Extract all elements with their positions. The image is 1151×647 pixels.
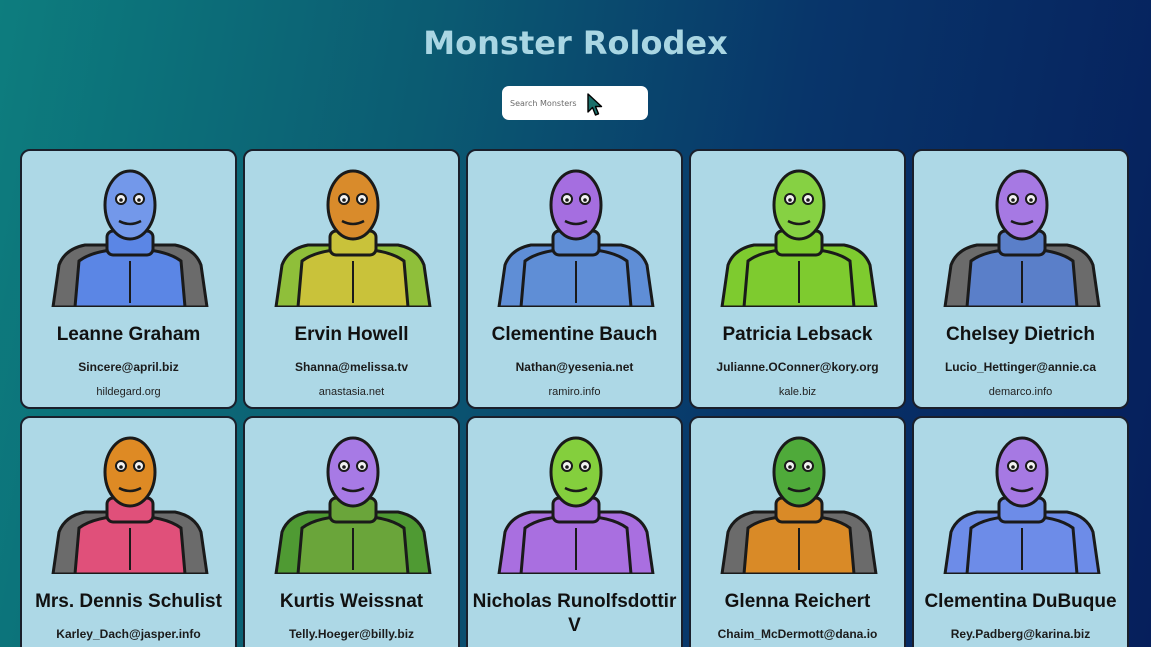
monster-name: Leanne Graham <box>56 324 201 345</box>
monster-email: Shanna@melissa.tv <box>294 360 409 374</box>
monster-head <box>103 169 157 241</box>
monster-website: anastasia.net <box>318 386 385 398</box>
monster-pupil <box>565 198 569 202</box>
monster-card[interactable]: Glenna Reichert Chaim_McDermott@dana.io <box>689 416 906 647</box>
monster-head <box>326 169 380 241</box>
monster-name: Mrs. Dennis Schulist <box>35 591 222 612</box>
monster-email: Karley_Dach@jasper.info <box>56 627 201 641</box>
monster-name: Clementina DuBuque <box>924 591 1117 612</box>
monster-pupil <box>1029 198 1033 202</box>
monster-pupil <box>119 198 123 202</box>
monster-name: Patricia Lebsack <box>722 324 873 345</box>
green-robot-helmet-monster-avatar <box>720 169 878 307</box>
monster-pupil <box>342 198 346 202</box>
monster-email: Telly.Hoeger@billy.biz <box>288 627 415 641</box>
monster-card[interactable]: Clementine Bauch Nathan@yesenia.net rami… <box>466 149 683 409</box>
monster-head <box>995 436 1049 508</box>
monster-card[interactable]: Ervin Howell Shanna@melissa.tv anastasia… <box>243 149 460 409</box>
monster-pupil <box>137 198 141 202</box>
monster-name: Chelsey Dietrich <box>946 324 1095 345</box>
monster-email: Chaim_McDermott@dana.io <box>717 627 878 641</box>
monster-pupil <box>1011 198 1015 202</box>
monster-pupil <box>360 465 364 469</box>
monster-email: Nathan@yesenia.net <box>515 360 634 374</box>
monster-card[interactable]: Clementina DuBuque Rey.Padberg@karina.bi… <box>912 416 1129 647</box>
monster-pupil <box>788 198 792 202</box>
monster-website: demarco.info <box>988 386 1053 398</box>
search-box <box>502 86 648 120</box>
search-input[interactable] <box>502 86 648 120</box>
monster-pupil <box>342 465 346 469</box>
monster-email: Sincere@april.biz <box>78 360 179 374</box>
monster-head <box>549 436 603 508</box>
monster-name: Clementine Bauch <box>491 324 658 345</box>
monster-head <box>772 436 826 508</box>
monster-pupil <box>1029 465 1033 469</box>
monster-card-list: Leanne Graham Sincere@april.biz hildegar… <box>20 149 1129 647</box>
monster-card[interactable]: Mrs. Dennis Schulist Karley_Dach@jasper.… <box>20 416 237 647</box>
monster-pupil <box>137 465 141 469</box>
purple-smiley-monster-avatar <box>943 436 1101 574</box>
monster-pupil <box>583 465 587 469</box>
purple-cyclops-monster-avatar <box>497 169 655 307</box>
monster-card[interactable]: Chelsey Dietrich Lucio_Hettinger@annie.c… <box>912 149 1129 409</box>
monster-email: Julianne.OConner@kory.org <box>716 360 879 374</box>
monster-email: Rey.Padberg@karina.biz <box>950 627 1091 641</box>
monster-name: Glenna Reichert <box>724 591 871 612</box>
monster-pupil <box>788 465 792 469</box>
orange-hooded-monster-avatar <box>274 169 432 307</box>
monster-pupil <box>583 198 587 202</box>
monster-pupil <box>1011 465 1015 469</box>
green-horned-monster-avatar <box>720 436 878 574</box>
monster-head <box>103 436 157 508</box>
monster-head <box>326 436 380 508</box>
monster-card[interactable]: Kurtis Weissnat Telly.Hoeger@billy.biz <box>243 416 460 647</box>
monster-pupil <box>119 465 123 469</box>
mouse-cursor-icon <box>587 93 603 116</box>
monster-website: hildegard.org <box>96 386 161 398</box>
monster-name: Ervin Howell <box>294 324 409 345</box>
monster-card[interactable]: Leanne Graham Sincere@april.biz hildegar… <box>20 149 237 409</box>
monster-name: Nicholas Runolfsdottir V <box>472 591 677 636</box>
orange-antenna-monster-avatar <box>51 436 209 574</box>
monster-head <box>995 169 1049 241</box>
page-title: Monster Rolodex <box>423 24 728 62</box>
monster-email: Lucio_Hettinger@annie.ca <box>944 360 1097 374</box>
monster-head <box>549 169 603 241</box>
monster-pupil <box>806 198 810 202</box>
monster-pupil <box>565 465 569 469</box>
green-helmet-monster-avatar <box>497 436 655 574</box>
monster-pupil <box>806 465 810 469</box>
monster-website: ramiro.info <box>548 386 601 398</box>
monster-pupil <box>360 198 364 202</box>
monster-card[interactable]: Patricia Lebsack Julianne.OConner@kory.o… <box>689 149 906 409</box>
purple-unicorn-monster-avatar <box>274 436 432 574</box>
monster-head <box>772 169 826 241</box>
monster-card[interactable]: Nicholas Runolfsdottir V <box>466 416 683 647</box>
purple-visor-monster-avatar <box>943 169 1101 307</box>
monster-name: Kurtis Weissnat <box>279 591 424 612</box>
monster-website: kale.biz <box>778 386 817 398</box>
blue-horned-monster-avatar <box>51 169 209 307</box>
